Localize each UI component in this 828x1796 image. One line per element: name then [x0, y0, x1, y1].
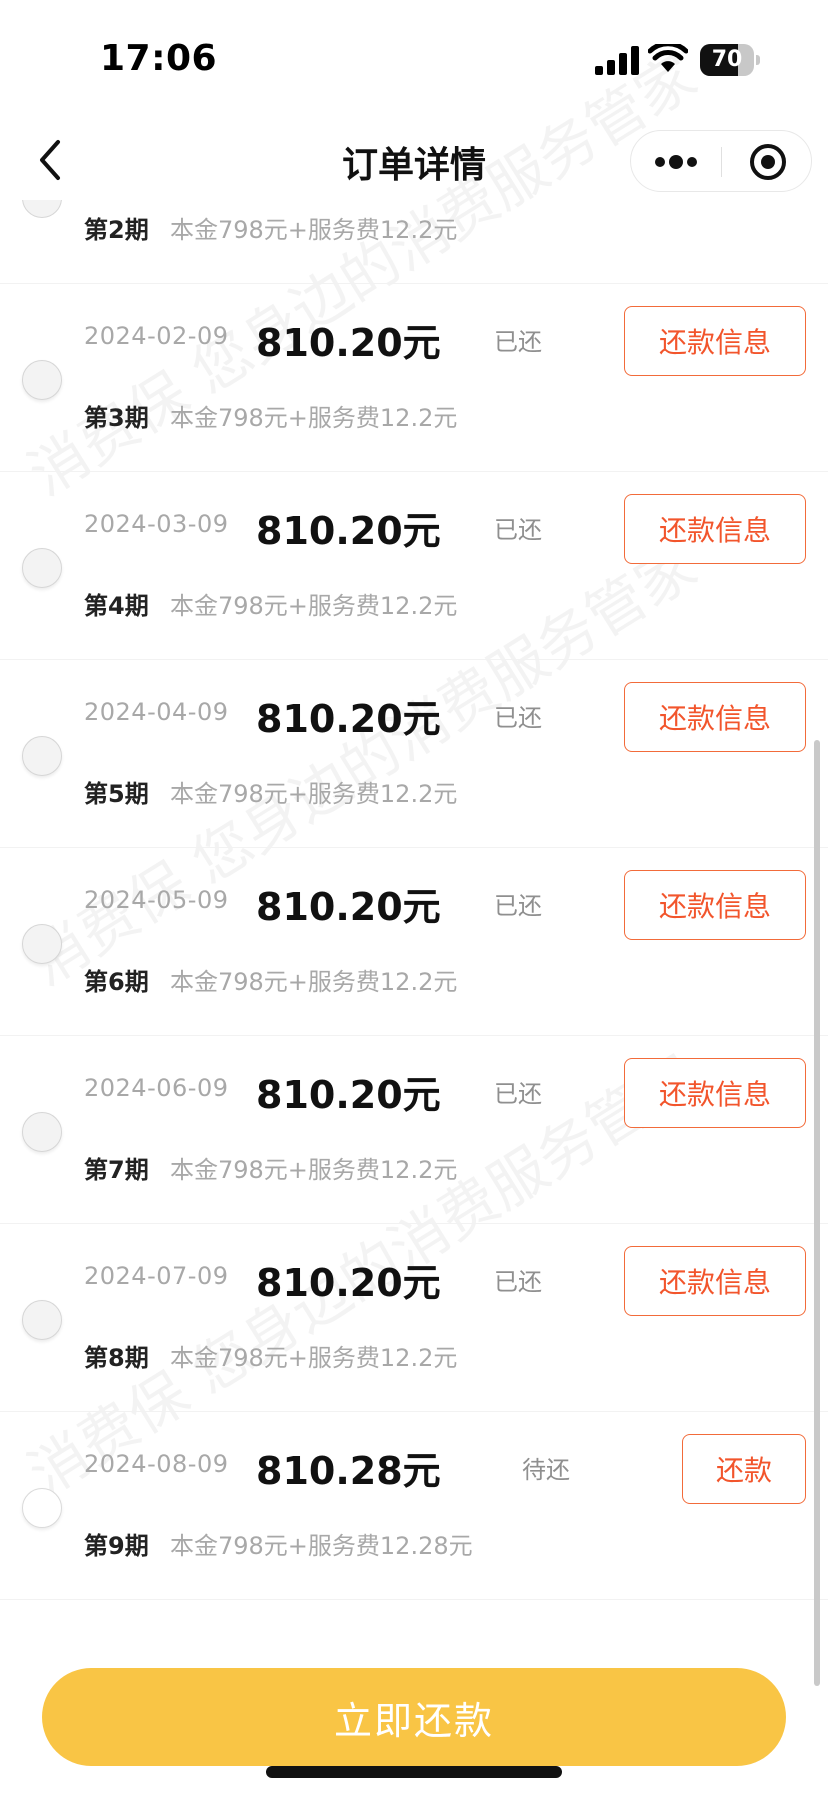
row-date: 2024-02-09 — [84, 322, 229, 350]
row-radio[interactable] — [22, 548, 62, 588]
row-detail: 本金798元+服务费12.2元 — [170, 1344, 458, 1372]
close-miniprogram-button[interactable] — [723, 131, 813, 193]
repayment-info-button[interactable]: 还款信息 — [624, 1246, 806, 1316]
row-radio[interactable] — [22, 924, 62, 964]
row-detail: 本金798元+服务费12.2元 — [170, 1156, 458, 1184]
repayment-info-button[interactable]: 还款信息 — [624, 682, 806, 752]
row-date: 2024-03-09 — [84, 510, 229, 538]
installment-list[interactable]: 第2期 本金798元+服务费12.2元 2024-02-09 810.20元 已… — [0, 200, 828, 1600]
list-item: 2024-03-09 810.20元 已还 还款信息 第4期 本金798元+服务… — [0, 472, 828, 660]
row-radio[interactable] — [22, 1112, 62, 1152]
row-period: 第7期 — [84, 1156, 149, 1184]
row-date: 2024-08-09 — [84, 1450, 229, 1478]
row-radio[interactable] — [22, 736, 62, 776]
page-title: 订单详情 — [341, 145, 486, 186]
row-status: 待还 — [522, 1456, 570, 1484]
more-button[interactable] — [631, 131, 721, 193]
row-status: 已还 — [494, 1268, 542, 1296]
row-period: 第4期 — [84, 592, 149, 620]
battery-icon: 70 — [700, 44, 760, 76]
target-close-icon — [750, 144, 786, 180]
row-detail: 本金798元+服务费12.2元 — [170, 404, 458, 432]
list-item: 2024-04-09 810.20元 已还 还款信息 第5期 本金798元+服务… — [0, 660, 828, 848]
row-detail: 本金798元+服务费12.2元 — [170, 216, 458, 244]
more-dots-icon — [655, 155, 697, 169]
row-period: 第3期 — [84, 404, 149, 432]
nav-bar: 订单详情 — [0, 120, 828, 200]
row-amount: 810.20元 — [256, 885, 441, 929]
list-item-partial: 第2期 本金798元+服务费12.2元 — [0, 200, 828, 284]
miniprogram-capsule — [630, 130, 812, 192]
row-status: 已还 — [494, 704, 542, 732]
repayment-info-button[interactable]: 还款信息 — [624, 870, 806, 940]
list-item: 2024-06-09 810.20元 已还 还款信息 第7期 本金798元+服务… — [0, 1036, 828, 1224]
list-item: 2024-02-09 810.20元 已还 还款信息 第3期 本金798元+服务… — [0, 284, 828, 472]
row-amount: 810.28元 — [256, 1449, 441, 1493]
row-period: 第5期 — [84, 780, 149, 808]
list-item: 2024-08-09 810.28元 待还 还款 第9期 本金798元+服务费1… — [0, 1412, 828, 1600]
row-period: 第6期 — [84, 968, 149, 996]
row-period: 第9期 — [84, 1532, 149, 1560]
row-status: 已还 — [494, 328, 542, 356]
repayment-info-button[interactable]: 还款信息 — [624, 306, 806, 376]
row-status: 已还 — [494, 892, 542, 920]
row-period: 第2期 — [84, 216, 149, 244]
scrollbar[interactable] — [814, 740, 820, 1686]
chevron-left-icon — [40, 140, 60, 180]
row-amount: 810.20元 — [256, 697, 441, 741]
row-radio[interactable] — [22, 1488, 62, 1528]
row-amount: 810.20元 — [256, 321, 441, 365]
row-date: 2024-07-09 — [84, 1262, 229, 1290]
row-status: 已还 — [494, 516, 542, 544]
row-detail: 本金798元+服务费12.2元 — [170, 780, 458, 808]
row-detail: 本金798元+服务费12.2元 — [170, 592, 458, 620]
row-detail: 本金798元+服务费12.28元 — [170, 1532, 473, 1560]
repayment-info-button[interactable]: 还款信息 — [624, 1058, 806, 1128]
row-period: 第8期 — [84, 1344, 149, 1372]
list-item: 2024-07-09 810.20元 已还 还款信息 第8期 本金798元+服务… — [0, 1224, 828, 1412]
list-item: 2024-05-09 810.20元 已还 还款信息 第6期 本金798元+服务… — [0, 848, 828, 1036]
home-indicator[interactable] — [266, 1766, 562, 1778]
row-date: 2024-06-09 — [84, 1074, 229, 1102]
row-amount: 810.20元 — [256, 1073, 441, 1117]
battery-level: 70 — [711, 47, 743, 72]
row-date: 2024-04-09 — [84, 698, 229, 726]
row-radio[interactable] — [22, 360, 62, 400]
row-detail: 本金798元+服务费12.2元 — [170, 968, 458, 996]
cellular-signal-icon — [595, 46, 639, 75]
status-bar: 17:06 70 — [0, 0, 828, 120]
capsule-divider — [721, 147, 722, 177]
repayment-info-button[interactable]: 还款信息 — [624, 494, 806, 564]
status-time: 17:06 — [100, 38, 218, 79]
wifi-icon — [648, 44, 688, 72]
row-amount: 810.20元 — [256, 1261, 441, 1305]
repay-now-button[interactable]: 立即还款 — [42, 1668, 786, 1766]
row-radio[interactable] — [22, 1300, 62, 1340]
row-radio[interactable] — [22, 200, 62, 218]
repay-button[interactable]: 还款 — [682, 1434, 806, 1504]
row-status: 已还 — [494, 1080, 542, 1108]
row-date: 2024-05-09 — [84, 886, 229, 914]
back-button[interactable] — [28, 136, 72, 184]
row-amount: 810.20元 — [256, 509, 441, 553]
